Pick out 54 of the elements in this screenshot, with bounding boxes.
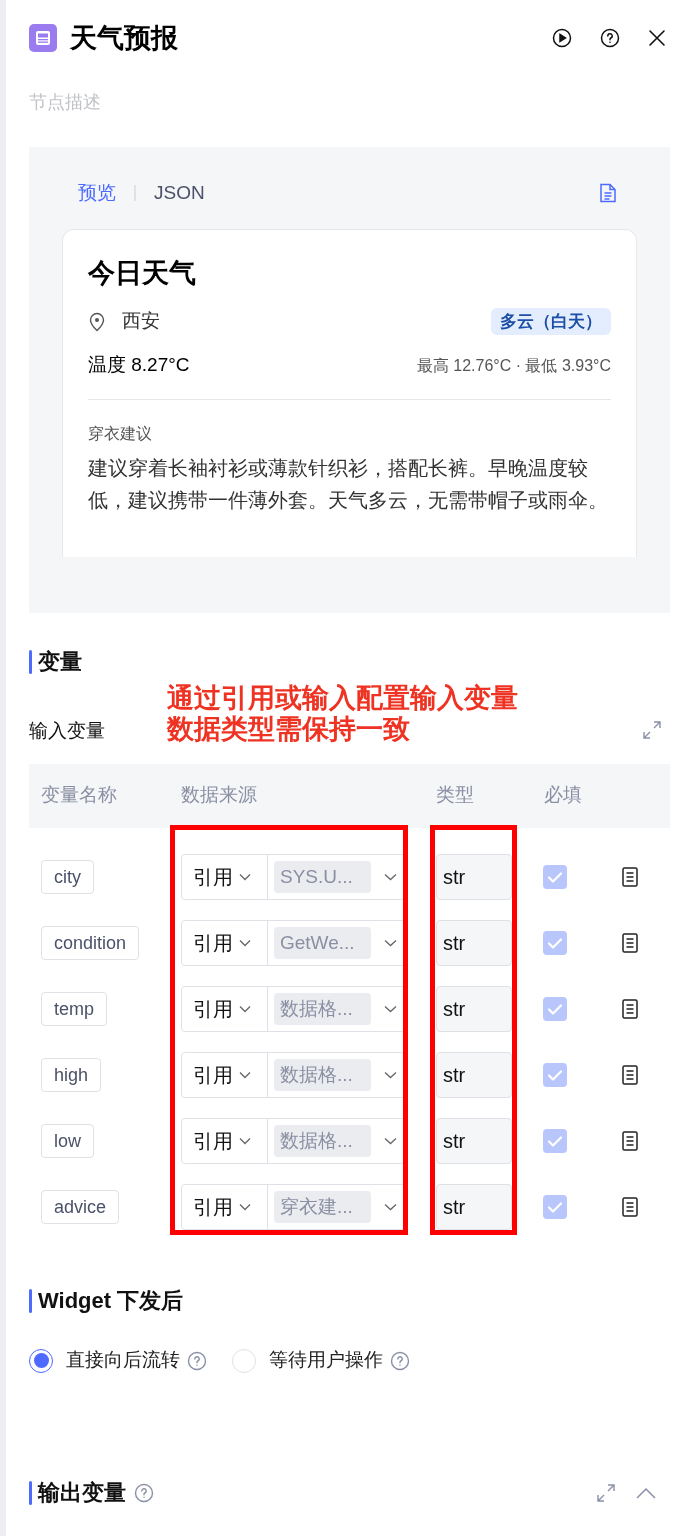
document-icon[interactable]: [622, 1130, 638, 1151]
required-checkbox[interactable]: [543, 930, 567, 955]
type-field[interactable]: str: [436, 1117, 512, 1164]
radio-label[interactable]: 等待用户操作: [269, 1346, 383, 1375]
input-variables-label: 输入变量: [29, 720, 105, 740]
location-text: 西安: [122, 309, 160, 334]
radio-label[interactable]: 直接向后流转: [66, 1346, 180, 1375]
required-checkbox[interactable]: [543, 1062, 567, 1087]
variable-name-field[interactable]: low: [41, 1123, 94, 1158]
column-header: 变量名称: [41, 784, 117, 806]
variable-name-field[interactable]: condition: [41, 925, 140, 960]
close-icon[interactable]: [648, 29, 666, 47]
document-icon[interactable]: [599, 182, 617, 203]
column-header: 数据来源: [181, 784, 257, 806]
type-field[interactable]: str: [436, 919, 512, 966]
card-title: 今日天气: [88, 259, 197, 287]
document-icon[interactable]: [622, 1064, 638, 1085]
document-icon[interactable]: [622, 866, 638, 887]
location-icon: [88, 311, 106, 332]
document-icon[interactable]: [622, 1196, 638, 1217]
advice-label: 穿衣建议: [88, 425, 153, 442]
temperature-text: 温度 8.27°C: [88, 353, 190, 378]
type-field[interactable]: str: [436, 1051, 512, 1098]
description-field[interactable]: 节点描述: [29, 90, 670, 114]
required-checkbox[interactable]: [543, 996, 567, 1021]
chevron-up-icon[interactable]: [636, 1486, 656, 1499]
preview-tab[interactable]: 预览: [78, 183, 116, 202]
section-title: Widget 下发后: [38, 1289, 184, 1312]
node-icon: [29, 24, 57, 52]
type-field[interactable]: str: [436, 1183, 512, 1230]
column-header: 类型: [436, 784, 474, 806]
section-title: 变量: [38, 650, 82, 673]
expand-icon[interactable]: [596, 1482, 616, 1503]
required-checkbox[interactable]: [543, 1128, 567, 1153]
variable-name-field[interactable]: city: [41, 859, 94, 894]
condition-badge: 多云（白天）: [491, 308, 611, 335]
type-field[interactable]: str: [436, 985, 512, 1032]
node-title: 天气预报: [70, 24, 178, 52]
document-icon[interactable]: [622, 998, 638, 1019]
type-field[interactable]: str: [436, 853, 512, 900]
required-checkbox[interactable]: [543, 1194, 567, 1219]
expand-icon[interactable]: [642, 719, 662, 740]
variable-name-field[interactable]: advice: [41, 1189, 120, 1224]
run-icon[interactable]: [552, 28, 572, 48]
document-icon[interactable]: [622, 932, 638, 953]
preview-tab[interactable]: JSON: [154, 183, 205, 202]
temperature-range: 最高 12.76°C · 最低 3.93°C: [416, 355, 611, 376]
section-title: 输出变量: [38, 1481, 126, 1504]
help-icon[interactable]: [600, 28, 620, 48]
variable-name-field[interactable]: temp: [41, 991, 108, 1026]
column-header: 必填: [544, 784, 582, 806]
required-checkbox[interactable]: [543, 864, 567, 889]
variable-name-field[interactable]: high: [41, 1057, 102, 1092]
advice-text: 建议穿着长袖衬衫或薄款针织衫，搭配长裤。早晚温度较低，建议携带一件薄外套。天气多云，无需带帽子或雨伞。: [88, 455, 609, 513]
